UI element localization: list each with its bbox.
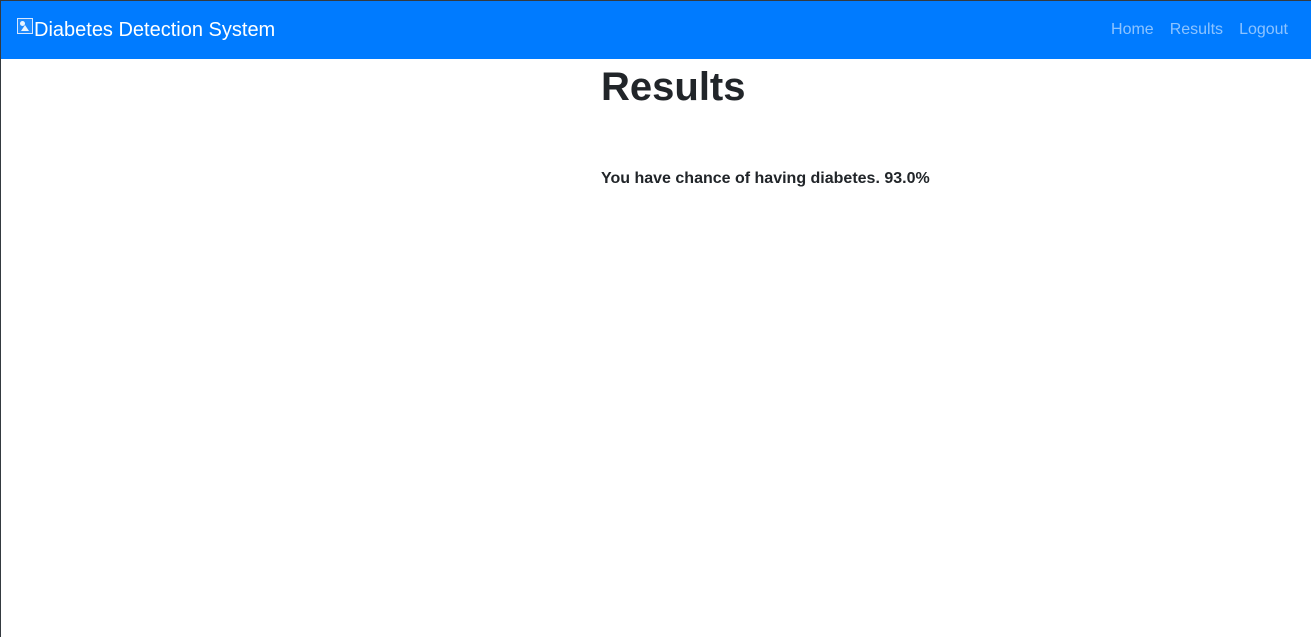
nav-link-results[interactable]: Results [1170,22,1223,38]
main-content: Results You have chance of having diabet… [601,63,1101,188]
diabetes-result-message: You have chance of having diabetes. 93.0… [601,169,1101,188]
nav-link-home[interactable]: Home [1111,22,1154,38]
nav-links: Home Results Logout [1111,22,1288,38]
result-prefix: You have chance of having diabetes. [601,170,880,187]
top-navbar: Diabetes Detection System Home Results L… [1,1,1311,59]
brand-link[interactable]: Diabetes Detection System [17,18,276,41]
nav-link-logout[interactable]: Logout [1239,22,1288,38]
broken-image-icon [17,18,33,34]
result-percentage: 93.0% [884,170,930,187]
results-page: Diabetes Detection System Home Results L… [0,0,1311,637]
brand-text: Diabetes Detection System [34,19,276,41]
page-title: Results [601,65,746,109]
